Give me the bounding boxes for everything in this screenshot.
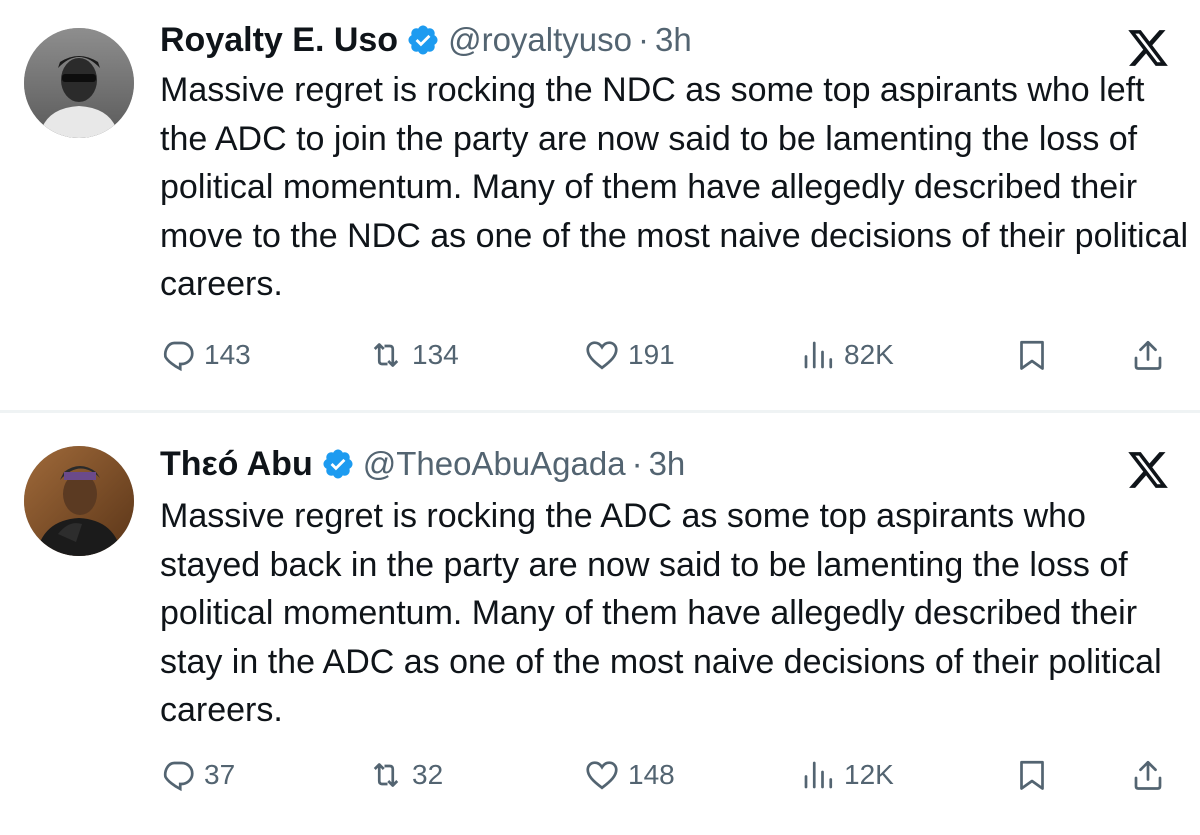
verified-badge-icon: [406, 23, 440, 57]
reply-icon: [160, 337, 204, 373]
timestamp[interactable]: 3h: [649, 445, 686, 483]
display-name[interactable]: Thεó Abu: [160, 445, 313, 484]
views-count: 12K: [844, 759, 894, 790]
tweet-card[interactable]: Royalty E. Uso @royaltyuso · 3h Massive …: [0, 0, 1200, 412]
reply-button[interactable]: 37: [160, 755, 235, 795]
tweet-text: Massive regret is rocking the ADC as som…: [160, 497, 1162, 729]
views-button[interactable]: 82K: [800, 335, 894, 375]
repost-count: 134: [412, 339, 459, 370]
heart-icon: [584, 757, 628, 793]
views-count: 82K: [844, 339, 894, 370]
action-bar: 143 134 191 82K: [160, 335, 1180, 375]
repost-count: 32: [412, 759, 444, 790]
tweet-header: Royalty E. Uso @royaltyuso · 3h: [160, 18, 692, 62]
heart-icon: [584, 337, 628, 373]
repost-button[interactable]: 134: [368, 335, 459, 375]
tweet-card[interactable]: Thεó Abu @TheoAbuAgada · 3h Massive regr…: [0, 416, 1200, 835]
views-button[interactable]: 12K: [800, 755, 894, 795]
x-logo-icon: [1126, 26, 1170, 70]
x-logo-icon: [1126, 448, 1170, 492]
views-icon: [800, 757, 844, 793]
repost-button[interactable]: 32: [368, 755, 443, 795]
user-handle[interactable]: @royaltyuso: [448, 21, 632, 59]
action-bar: 37 32 148 12K: [160, 755, 1180, 795]
like-count: 148: [628, 759, 675, 790]
bookmark-button[interactable]: [1014, 335, 1050, 375]
timestamp[interactable]: 3h: [655, 21, 692, 59]
reply-count: 143: [204, 339, 251, 370]
reply-icon: [160, 757, 204, 793]
verified-badge-icon: [321, 447, 355, 481]
avatar[interactable]: [24, 28, 134, 138]
tweet-header: Thεó Abu @TheoAbuAgada · 3h: [160, 442, 685, 486]
separator-dot: ·: [637, 21, 649, 58]
share-button[interactable]: [1130, 335, 1166, 375]
repost-icon: [368, 337, 412, 373]
like-button[interactable]: 191: [584, 335, 675, 375]
share-icon: [1130, 337, 1166, 373]
views-icon: [800, 337, 844, 373]
bookmark-button[interactable]: [1014, 755, 1050, 795]
avatar[interactable]: [24, 446, 134, 556]
like-button[interactable]: 148: [584, 755, 675, 795]
display-name[interactable]: Royalty E. Uso: [160, 21, 398, 60]
bookmark-icon: [1014, 337, 1050, 373]
separator-dot: ·: [631, 445, 643, 482]
share-icon: [1130, 757, 1166, 793]
like-count: 191: [628, 339, 675, 370]
reply-button[interactable]: 143: [160, 335, 251, 375]
share-button[interactable]: [1130, 755, 1166, 795]
bookmark-icon: [1014, 757, 1050, 793]
reply-count: 37: [204, 759, 236, 790]
repost-icon: [368, 757, 412, 793]
tweet-divider: [0, 410, 1200, 413]
user-handle[interactable]: @TheoAbuAgada: [363, 445, 626, 483]
tweet-text: Massive regret is rocking the NDC as som…: [160, 71, 1189, 303]
